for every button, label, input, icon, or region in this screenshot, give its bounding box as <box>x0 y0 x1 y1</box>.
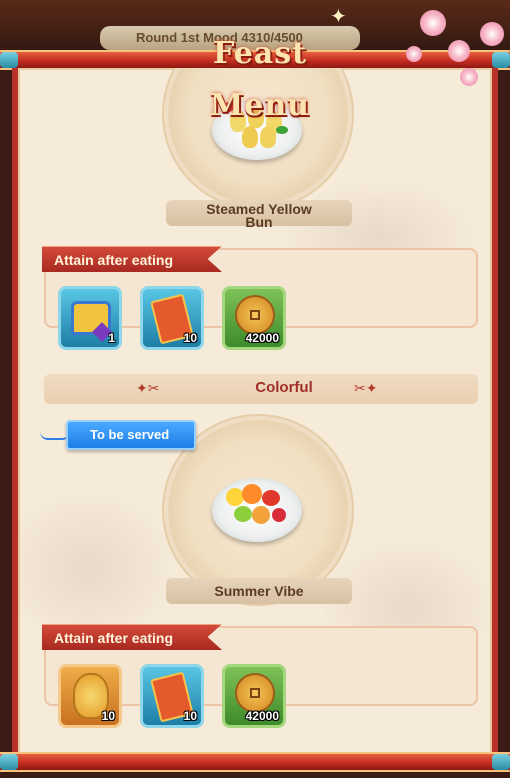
reward-item-gold-coin[interactable]: 42000 <box>222 286 286 350</box>
rod-cap-left <box>0 754 18 770</box>
dish-name-plate: Summer Vibe <box>166 578 352 604</box>
rod-cap-left <box>0 52 18 68</box>
reward-item-upgrade-stone[interactable]: 10 <box>58 664 122 728</box>
item-quantity: 1 <box>108 331 115 345</box>
menu-scroll[interactable]: Steamed Yellow Bun Attain after eating 1… <box>12 68 498 756</box>
reward-item-red-envelope[interactable]: 10 <box>140 664 204 728</box>
reward-item-treasure-chest[interactable]: 1 <box>58 286 122 350</box>
dish-category-title: Colorful <box>255 379 313 396</box>
rod-cap-right <box>492 754 510 770</box>
item-quantity: 42000 <box>245 709 279 723</box>
reward-item-gold-coin[interactable]: 42000 <box>222 664 286 728</box>
gold-coin-icon <box>235 673 275 713</box>
reward-tag: Attain after eating <box>42 246 222 272</box>
item-quantity: 42000 <box>245 331 279 345</box>
blossom-decor <box>406 46 422 62</box>
rod-cap-right <box>492 52 510 68</box>
dish-name-line2: Bun <box>245 214 273 230</box>
scroll-ornament-right-icon: ✂✦ <box>354 380 378 396</box>
scroll-bottom-rod <box>0 752 510 772</box>
dish-name: Summer Vibe <box>214 583 304 599</box>
blossom-decor <box>420 10 446 36</box>
gold-coin-icon <box>235 295 275 335</box>
dish-section-header: ✦✂ Colorful ✂✦ <box>44 374 478 404</box>
blossom-decor <box>460 68 478 86</box>
dish-plate-summer-vibe[interactable] <box>212 478 302 542</box>
item-quantity: 10 <box>183 331 197 345</box>
blossom-decor <box>480 22 504 46</box>
item-quantity: 10 <box>101 709 115 723</box>
butterfly-icon: ✦ <box>330 6 347 28</box>
scroll-ornament-left-icon: ✦✂ <box>136 380 160 396</box>
dish-name-plate: Steamed Yellow Bun <box>166 200 352 230</box>
reward-item-red-envelope[interactable]: 10 <box>140 286 204 350</box>
reward-tag: Attain after eating <box>42 624 222 650</box>
title-banner: Feast Menu <box>170 28 350 123</box>
item-quantity: 10 <box>183 709 197 723</box>
blossom-decor <box>448 40 470 62</box>
status-badge-to-be-served[interactable]: To be served <box>66 420 196 450</box>
page-title: Feast Menu <box>210 36 310 123</box>
